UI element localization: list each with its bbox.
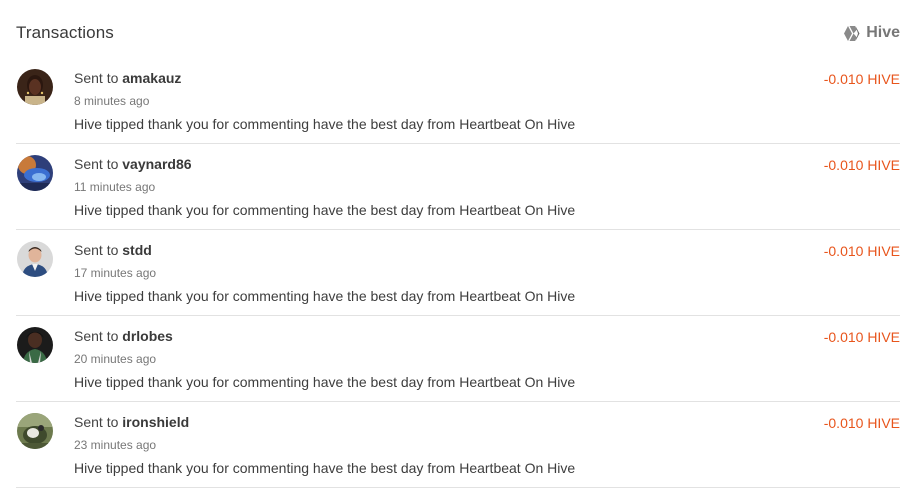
transaction-time: 23 minutes ago [74, 438, 157, 452]
transaction-prefix: Sent to [74, 328, 119, 344]
transaction-memo: Hive tipped thank you for commenting hav… [74, 116, 576, 132]
transaction-row: Sent to vaynard86 11 minutes ago Hive ti… [16, 144, 900, 230]
transaction-list: Sent to amakauz 8 minutes ago Hive tippe… [16, 58, 900, 488]
recipient-link[interactable]: vaynard86 [122, 156, 191, 172]
recipient-link[interactable]: ironshield [122, 414, 189, 430]
transaction-amount: -0.010 HIVE [823, 329, 900, 345]
transaction-prefix: Sent to [74, 242, 119, 258]
hive-brand-label: Hive [866, 24, 900, 41]
transactions-header: Transactions Hive [16, 20, 900, 46]
transaction-amount: -0.010 HIVE [823, 243, 900, 259]
transaction-title: Sent to vaynard86 [74, 156, 192, 172]
avatar[interactable] [17, 327, 53, 363]
transaction-title: Sent to drlobes [74, 328, 173, 344]
transaction-prefix: Sent to [74, 414, 119, 430]
transaction-memo: Hive tipped thank you for commenting hav… [74, 288, 576, 304]
transaction-row: Sent to drlobes 20 minutes ago Hive tipp… [16, 316, 900, 402]
hive-logo-icon [844, 25, 861, 41]
transaction-prefix: Sent to [74, 70, 119, 86]
recipient-link[interactable]: stdd [122, 242, 152, 258]
transaction-row: Sent to ironshield 23 minutes ago Hive t… [16, 402, 900, 488]
transaction-amount: -0.010 HIVE [823, 415, 900, 431]
transaction-title: Sent to amakauz [74, 70, 181, 86]
recipient-link[interactable]: amakauz [122, 70, 181, 86]
recipient-link[interactable]: drlobes [122, 328, 173, 344]
transaction-title: Sent to ironshield [74, 414, 189, 430]
transaction-amount: -0.010 HIVE [823, 157, 900, 173]
transaction-memo: Hive tipped thank you for commenting hav… [74, 202, 576, 218]
section-title: Transactions [16, 23, 114, 42]
transaction-row: Sent to stdd 17 minutes ago Hive tipped … [16, 230, 900, 316]
transaction-time: 8 minutes ago [74, 94, 150, 108]
transaction-prefix: Sent to [74, 156, 119, 172]
transaction-memo: Hive tipped thank you for commenting hav… [74, 374, 576, 390]
avatar[interactable] [17, 413, 53, 449]
transaction-memo: Hive tipped thank you for commenting hav… [74, 460, 576, 476]
avatar[interactable] [17, 241, 53, 277]
transaction-title: Sent to stdd [74, 242, 152, 258]
transaction-time: 17 minutes ago [74, 266, 157, 280]
avatar[interactable] [17, 155, 53, 191]
hive-brand[interactable]: Hive [844, 24, 900, 42]
avatar[interactable] [17, 69, 53, 105]
transaction-amount: -0.010 HIVE [823, 71, 900, 87]
transaction-time: 20 minutes ago [74, 352, 157, 366]
transaction-row: Sent to amakauz 8 minutes ago Hive tippe… [16, 58, 900, 144]
transaction-time: 11 minutes ago [74, 180, 156, 194]
